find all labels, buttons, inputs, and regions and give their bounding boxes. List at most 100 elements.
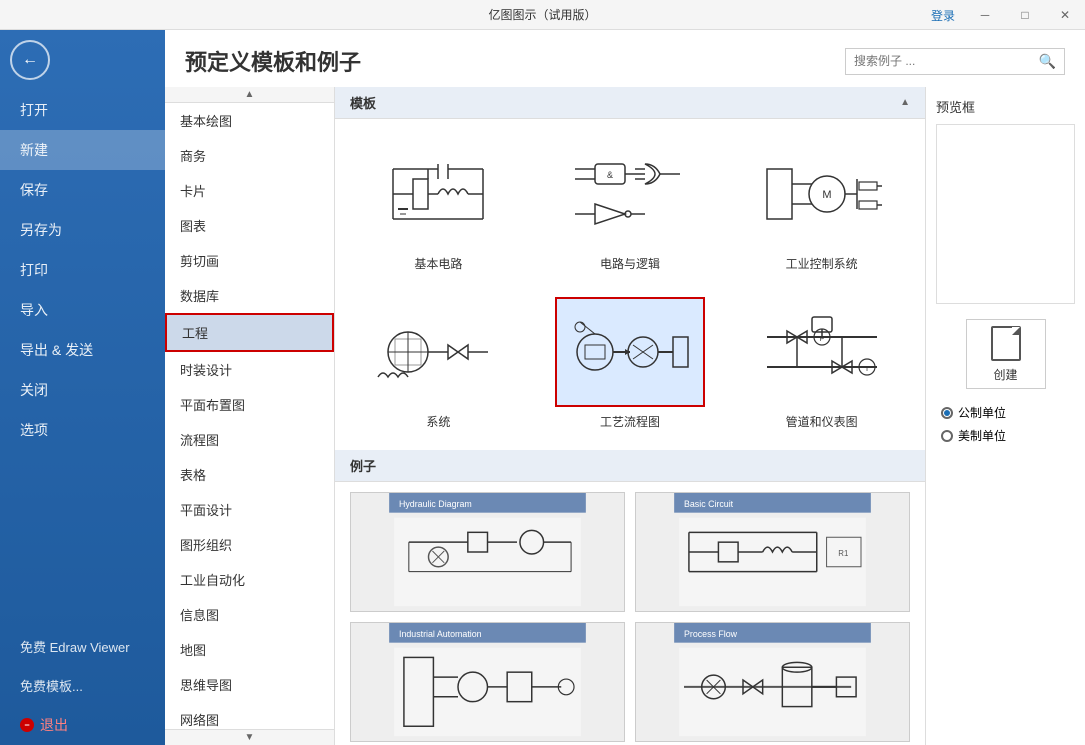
radio-imperial[interactable]: 美制单位 <box>941 427 1070 444</box>
template-thumb-piping: P T <box>747 297 897 407</box>
category-infographic[interactable]: 信息图 <box>165 597 334 632</box>
template-label-circuit-logic: 电路与逻辑 <box>600 255 660 272</box>
sidebar-item-open[interactable]: 打开 <box>0 90 165 130</box>
example-item-2[interactable]: Basic Circuit <box>635 492 910 612</box>
category-list: ▲ 基本绘图 商务 卡片 图表 剪切画 数据库 <box>165 87 335 745</box>
back-button[interactable]: ← <box>10 40 50 80</box>
svg-text:Hydraulic Diagram: Hydraulic Diagram <box>399 499 472 509</box>
radio-imperial-circle <box>941 430 953 442</box>
sidebar-item-label: 新建 <box>20 142 48 158</box>
svg-text:M: M <box>822 189 831 201</box>
category-mindmap[interactable]: 思维导图 <box>165 667 334 702</box>
sidebar-item-label: 退出 <box>40 715 68 735</box>
sidebar-item-free-viewer[interactable]: 免费 Edraw Viewer <box>0 627 165 666</box>
sidebar-item-options[interactable]: 选项 <box>0 410 165 450</box>
category-database[interactable]: 数据库 <box>165 278 334 313</box>
templates-grid: 基本电路 & <box>335 119 925 450</box>
sidebar-item-export[interactable]: 导出 & 发送 <box>0 330 165 370</box>
template-process-flow[interactable]: 工艺流程图 <box>542 292 719 435</box>
category-floorplan[interactable]: 平面布置图 <box>165 387 334 422</box>
template-thumb-circuit-logic: & <box>555 139 705 249</box>
close-button[interactable]: ✕ <box>1045 0 1085 30</box>
category-business[interactable]: 商务 <box>165 138 334 173</box>
category-clipart[interactable]: 剪切画 <box>165 243 334 278</box>
minimize-button[interactable]: ─ <box>965 0 1005 30</box>
sidebar-item-label: 保存 <box>20 182 48 198</box>
category-card[interactable]: 卡片 <box>165 173 334 208</box>
back-icon: ← <box>22 51 38 69</box>
template-system[interactable]: 系统 <box>350 292 527 435</box>
template-thumb-industrial-control: M <box>747 139 897 249</box>
maximize-button[interactable]: □ <box>1005 0 1045 30</box>
sidebar-item-label: 选项 <box>20 422 48 438</box>
sidebar-item-new[interactable]: 新建 <box>0 130 165 170</box>
examples-section-header: 例子 <box>335 450 925 482</box>
scroll-down-arrow[interactable]: ▼ <box>165 729 334 745</box>
template-label-industrial-control: 工业控制系统 <box>786 255 858 272</box>
content-body: ▲ 基本绘图 商务 卡片 图表 剪切画 数据库 <box>165 87 1085 745</box>
template-thumb-process-flow <box>555 297 705 407</box>
create-label: 创建 <box>993 366 1017 383</box>
example-item-1[interactable]: Hydraulic Diagram <box>350 492 625 612</box>
template-label-basic-circuit: 基本电路 <box>414 255 462 272</box>
example-thumb-1: Hydraulic Diagram <box>351 493 624 611</box>
template-label-process-flow: 工艺流程图 <box>600 413 660 430</box>
svg-text:R1: R1 <box>838 549 848 558</box>
search-icon[interactable]: 🔍 <box>1039 53 1056 70</box>
category-industrial[interactable]: 工业自动化 <box>165 562 334 597</box>
examples-section: 例子 Hydraulic Diagram <box>335 450 925 745</box>
radio-metric-circle <box>941 407 953 419</box>
app-container: ← 打开 新建 保存 另存为 打印 导入 导出 & 发送 关闭 选项 免费 Ed… <box>0 30 1085 745</box>
window-controls: ─ □ ✕ <box>965 0 1085 30</box>
example-thumb-3: Industrial Automation <box>351 623 624 741</box>
template-piping[interactable]: P T 管道和仪表图 <box>733 292 910 435</box>
radio-metric[interactable]: 公制单位 <box>941 404 1070 421</box>
category-chart[interactable]: 图表 <box>165 208 334 243</box>
login-link[interactable]: 登录 <box>931 0 955 30</box>
svg-text:&: & <box>607 170 613 180</box>
sidebar-item-label: 导入 <box>20 302 48 318</box>
sidebar-item-close[interactable]: 关闭 <box>0 370 165 410</box>
search-input[interactable] <box>854 54 1039 68</box>
sidebar-item-print[interactable]: 打印 <box>0 250 165 290</box>
templates-label: 模板 <box>350 93 376 112</box>
sidebar-item-free-template[interactable]: 免费模板... <box>0 666 165 705</box>
exit-icon: − <box>20 718 34 732</box>
category-fashion[interactable]: 时装设计 <box>165 352 334 387</box>
main-content: 预定义模板和例子 🔍 ▲ 基本绘图 商务 卡片 图表 <box>165 30 1085 745</box>
template-basic-circuit[interactable]: 基本电路 <box>350 134 527 277</box>
preview-box <box>936 124 1075 304</box>
template-circuit-logic[interactable]: & <box>542 134 719 277</box>
example-item-4[interactable]: Process Flow <box>635 622 910 742</box>
templates-panel: 模板 ▲ <box>335 87 925 745</box>
svg-text:Process Flow: Process Flow <box>684 629 738 639</box>
imperial-label: 美制单位 <box>958 427 1006 444</box>
template-industrial-control[interactable]: M 工业控制系统 <box>733 134 910 277</box>
category-engineering[interactable]: 工程 <box>165 313 334 352</box>
sidebar-item-label: 另存为 <box>20 222 62 238</box>
sidebar: ← 打开 新建 保存 另存为 打印 导入 导出 & 发送 关闭 选项 免费 Ed… <box>0 30 165 745</box>
sidebar-item-save-as[interactable]: 另存为 <box>0 210 165 250</box>
sidebar-item-exit[interactable]: − 退出 <box>0 705 165 745</box>
example-thumb-4: Process Flow <box>636 623 909 741</box>
search-box: 🔍 <box>845 48 1065 75</box>
category-table[interactable]: 表格 <box>165 457 334 492</box>
templates-scroll-btn[interactable]: ▲ <box>900 97 910 108</box>
create-button[interactable]: 创建 <box>966 319 1046 389</box>
content-header: 预定义模板和例子 🔍 <box>165 30 1085 87</box>
example-item-3[interactable]: Industrial Automation <box>350 622 625 742</box>
category-basic[interactable]: 基本绘图 <box>165 103 334 138</box>
preview-title: 预览框 <box>936 97 1075 116</box>
category-graphic[interactable]: 图形组织 <box>165 527 334 562</box>
category-flowchart[interactable]: 流程图 <box>165 422 334 457</box>
svg-text:Basic Circuit: Basic Circuit <box>684 499 734 509</box>
examples-grid: Hydraulic Diagram <box>335 482 925 745</box>
svg-text:P: P <box>819 336 824 343</box>
sidebar-item-save[interactable]: 保存 <box>0 170 165 210</box>
scroll-up-arrow[interactable]: ▲ <box>165 87 334 103</box>
sidebar-item-label: 打印 <box>20 262 48 278</box>
category-map[interactable]: 地图 <box>165 632 334 667</box>
examples-label: 例子 <box>350 456 376 475</box>
category-flatdesign[interactable]: 平面设计 <box>165 492 334 527</box>
sidebar-item-import[interactable]: 导入 <box>0 290 165 330</box>
